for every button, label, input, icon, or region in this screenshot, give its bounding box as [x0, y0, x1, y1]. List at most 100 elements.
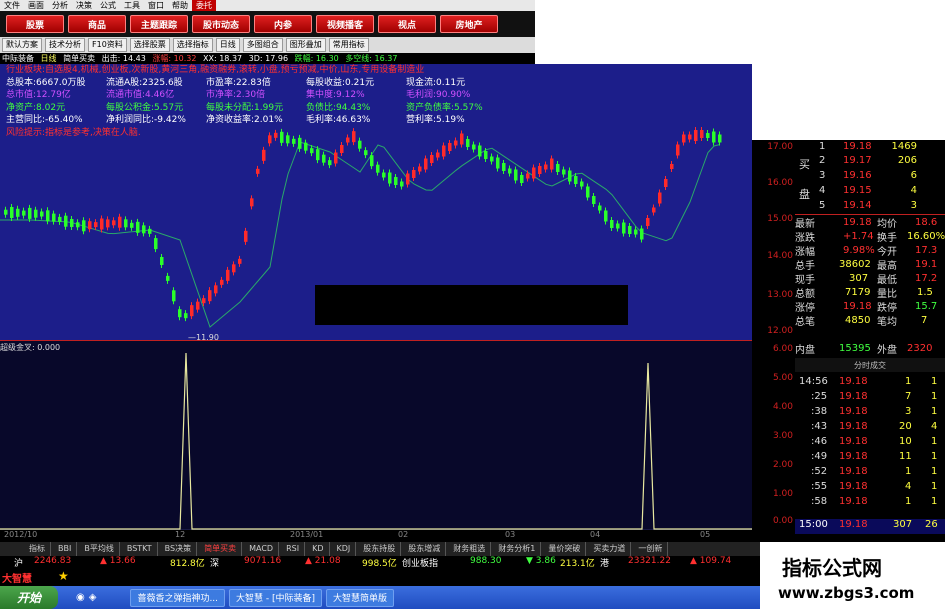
- tick-trades-header[interactable]: 分时成交: [795, 358, 945, 372]
- indicator-tick: 0.00: [772, 516, 793, 526]
- menu-decision[interactable]: 决策: [72, 0, 96, 11]
- tab-shareholding[interactable]: 股东持股: [358, 542, 402, 556]
- candle: [598, 205, 602, 211]
- candle: [148, 228, 152, 234]
- info-cell: 总股本:6667.0万股: [6, 77, 86, 88]
- tool-overlay[interactable]: 图形叠加: [285, 38, 326, 52]
- trade-row: :55 19.18 4 1: [795, 481, 945, 496]
- tab-bbi[interactable]: BBI: [53, 542, 78, 556]
- nav-themes[interactable]: 主题跟踪: [130, 15, 188, 33]
- menu-window[interactable]: 窗口: [144, 0, 168, 11]
- sz-change: ▲ 21.08: [305, 556, 341, 566]
- trade-count: 1: [931, 436, 938, 447]
- candle: [700, 130, 704, 138]
- menu-file[interactable]: 文件: [0, 0, 24, 11]
- tab-bs-decision[interactable]: BS决策: [160, 542, 198, 556]
- tab-rsi[interactable]: RSI: [281, 542, 306, 556]
- tool-multi-chart[interactable]: 多图组合: [242, 38, 283, 52]
- task-button[interactable]: 大智慧 - [中际装备]: [229, 588, 323, 607]
- tool-default-scheme[interactable]: 默认方案: [2, 38, 42, 52]
- stat-label: 涨幅: [795, 247, 815, 258]
- nav-realestate[interactable]: 房地产: [440, 15, 498, 33]
- trade-count: 1: [931, 496, 938, 507]
- menu-entrust[interactable]: 委托: [192, 0, 216, 11]
- nav-video[interactable]: 视频播客: [316, 15, 374, 33]
- nav-insider[interactable]: 内参: [254, 15, 312, 33]
- tab-kdj[interactable]: KDJ: [332, 542, 357, 556]
- candle: [622, 222, 626, 234]
- candle: [232, 264, 236, 273]
- candle: [208, 290, 212, 302]
- trade-time: :46: [811, 436, 828, 447]
- nav-viewpoint[interactable]: 视点: [378, 15, 436, 33]
- nav-stocks[interactable]: 股票: [6, 15, 64, 33]
- trade-row: :52 19.18 1 1: [795, 466, 945, 481]
- tab-bstkt[interactable]: BSTKT: [122, 542, 158, 556]
- candle: [394, 177, 398, 185]
- tab-kd[interactable]: KD: [307, 542, 330, 556]
- stat-label: 最低: [877, 275, 897, 286]
- tab-b-avg[interactable]: B平均线: [79, 542, 120, 556]
- trade-price: 19.18: [839, 436, 868, 447]
- candle: [694, 130, 698, 141]
- tool-select-indicator[interactable]: 选择指标: [172, 38, 213, 52]
- start-button[interactable]: 开始: [0, 586, 58, 609]
- watermark-url: www.zbgs3.com: [778, 584, 915, 602]
- stat-value: 16.60%: [907, 231, 945, 242]
- info-cell: 风险提示:指标是参考,决策在人脑.: [6, 127, 141, 138]
- price-tick: 13.00: [767, 290, 793, 300]
- tab-holder-change[interactable]: 股东增减: [403, 542, 447, 556]
- indicator-tick: 4.00: [772, 402, 793, 412]
- tab-fin-analysis[interactable]: 财务分析1: [493, 542, 542, 556]
- task-button[interactable]: 大智慧简单版: [326, 588, 395, 607]
- menu-view[interactable]: 画面: [24, 0, 48, 11]
- candle: [574, 176, 578, 184]
- candle: [508, 168, 512, 174]
- menu-analysis[interactable]: 分析: [48, 0, 72, 11]
- tab-fin-screen[interactable]: 财务粗选: [448, 542, 492, 556]
- tab-bs-power[interactable]: 买卖力道: [588, 542, 632, 556]
- trade-time: :25: [811, 391, 828, 402]
- stat-value: +1.74: [843, 231, 874, 242]
- stat-value: 4850: [845, 315, 871, 326]
- tab-indicator[interactable]: 指标: [24, 542, 51, 556]
- candle: [412, 170, 416, 178]
- stat-value: 7: [921, 315, 928, 326]
- nav-market-news[interactable]: 股市动态: [192, 15, 250, 33]
- bid-level: 2: [819, 155, 826, 166]
- candle: [676, 144, 680, 156]
- stat-value: 38602: [839, 259, 871, 270]
- tool-f10[interactable]: F10资料: [88, 38, 127, 52]
- bid-volume: 3: [910, 200, 917, 211]
- indicator-tick: 3.00: [772, 431, 793, 441]
- indicator-axis: 6.00 5.00 4.00 3.00 2.00 1.00 0.00: [752, 340, 795, 530]
- tab-simple-bs[interactable]: 简单买卖: [199, 542, 243, 556]
- tab-volume-break[interactable]: 量价突破: [543, 542, 587, 556]
- menu-formula[interactable]: 公式: [96, 0, 120, 11]
- nav-commodities[interactable]: 商品: [68, 15, 126, 33]
- tab-macd[interactable]: MACD: [244, 542, 280, 556]
- tool-period[interactable]: 日线: [215, 38, 240, 52]
- menu-help[interactable]: 帮助: [168, 0, 192, 11]
- tab-new[interactable]: 一创新: [633, 542, 669, 556]
- candle: [4, 209, 8, 215]
- tool-common-indicators[interactable]: 常用指标: [328, 38, 369, 52]
- candle: [10, 207, 14, 218]
- candle: [238, 258, 242, 264]
- task-button[interactable]: 蔷薇香之弹指神功...: [130, 588, 226, 607]
- tool-select-stock[interactable]: 选择股票: [129, 38, 170, 52]
- bid-row: 2 19.17 206: [795, 154, 945, 167]
- quick-launch-icon[interactable]: ◉: [76, 592, 85, 603]
- trade-price: 19.18: [839, 519, 868, 530]
- stat-row: 涨幅 9.98% 今开 17.3: [795, 244, 945, 258]
- indicator-chart[interactable]: [0, 340, 752, 531]
- price-tick: 17.00: [767, 142, 793, 152]
- tool-technical[interactable]: 技术分析: [45, 38, 85, 52]
- trade-time: :52: [811, 466, 828, 477]
- menu-tools[interactable]: 工具: [120, 0, 144, 11]
- stat-row: 涨跌 +1.74 换手 16.60%: [795, 230, 945, 244]
- quick-launch-icon[interactable]: ◈: [89, 592, 97, 603]
- trade-count: 1: [931, 376, 938, 387]
- candle: [160, 257, 164, 265]
- stat-label: 均价: [877, 219, 897, 230]
